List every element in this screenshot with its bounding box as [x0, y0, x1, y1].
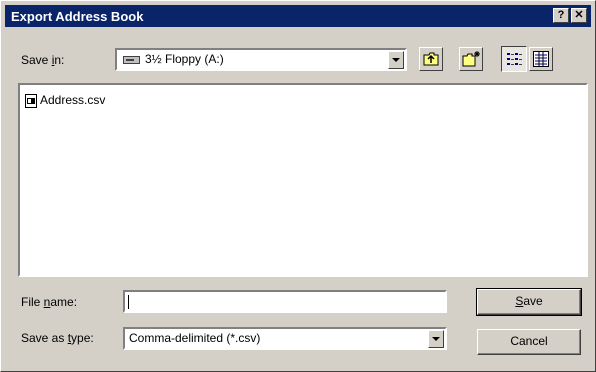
details-view-icon [533, 51, 549, 67]
dialog-title: Export Address Book [11, 9, 144, 24]
file-name-label-pre: File [21, 295, 44, 309]
list-view-icon [507, 53, 522, 65]
save-in-value: 3½ Floppy (A:) [145, 52, 224, 66]
create-new-folder-button[interactable] [459, 47, 483, 71]
save-button[interactable]: Save [476, 288, 582, 316]
save-as-type-value: Comma-delimited (*.csv) [129, 331, 261, 345]
save-in-combo[interactable]: 3½ Floppy (A:) [115, 48, 407, 71]
export-address-book-dialog: Export Address Book ? ✕ Save in: 3½ Flop… [0, 0, 596, 372]
help-button[interactable]: ? [553, 8, 569, 23]
file-name-label: File name: [21, 295, 77, 309]
close-button[interactable]: ✕ [571, 8, 587, 23]
file-name: Address.csv [40, 93, 106, 107]
save-as-type-label: Save as type: [21, 331, 94, 345]
file-name-input[interactable] [123, 290, 447, 313]
save-as-type-label-pre: Save as [21, 331, 68, 345]
csv-file-icon [25, 94, 37, 108]
new-folder-icon [462, 51, 480, 67]
save-as-type-label-post: ype: [71, 331, 94, 345]
save-in-label-pre: Save [21, 53, 52, 67]
save-button-rest: ave [523, 294, 543, 308]
file-list[interactable]: Address.csv [18, 83, 588, 277]
save-in-label: Save in: [21, 53, 64, 67]
floppy-drive-icon [123, 54, 141, 64]
save-as-type-dropdown-arrow[interactable] [428, 330, 444, 348]
save-in-dropdown-arrow[interactable] [388, 51, 404, 69]
file-name-label-post: ame: [50, 295, 78, 309]
text-cursor [128, 295, 129, 309]
list-view-button[interactable] [501, 46, 527, 72]
up-one-level-button[interactable] [419, 47, 443, 71]
title-bar[interactable]: Export Address Book ? ✕ [5, 5, 591, 27]
folder-up-icon [423, 52, 439, 66]
save-as-type-combo[interactable]: Comma-delimited (*.csv) [123, 327, 447, 350]
cancel-button[interactable]: Cancel [477, 329, 581, 355]
details-view-button[interactable] [529, 47, 553, 71]
save-in-label-post: n: [54, 53, 65, 67]
